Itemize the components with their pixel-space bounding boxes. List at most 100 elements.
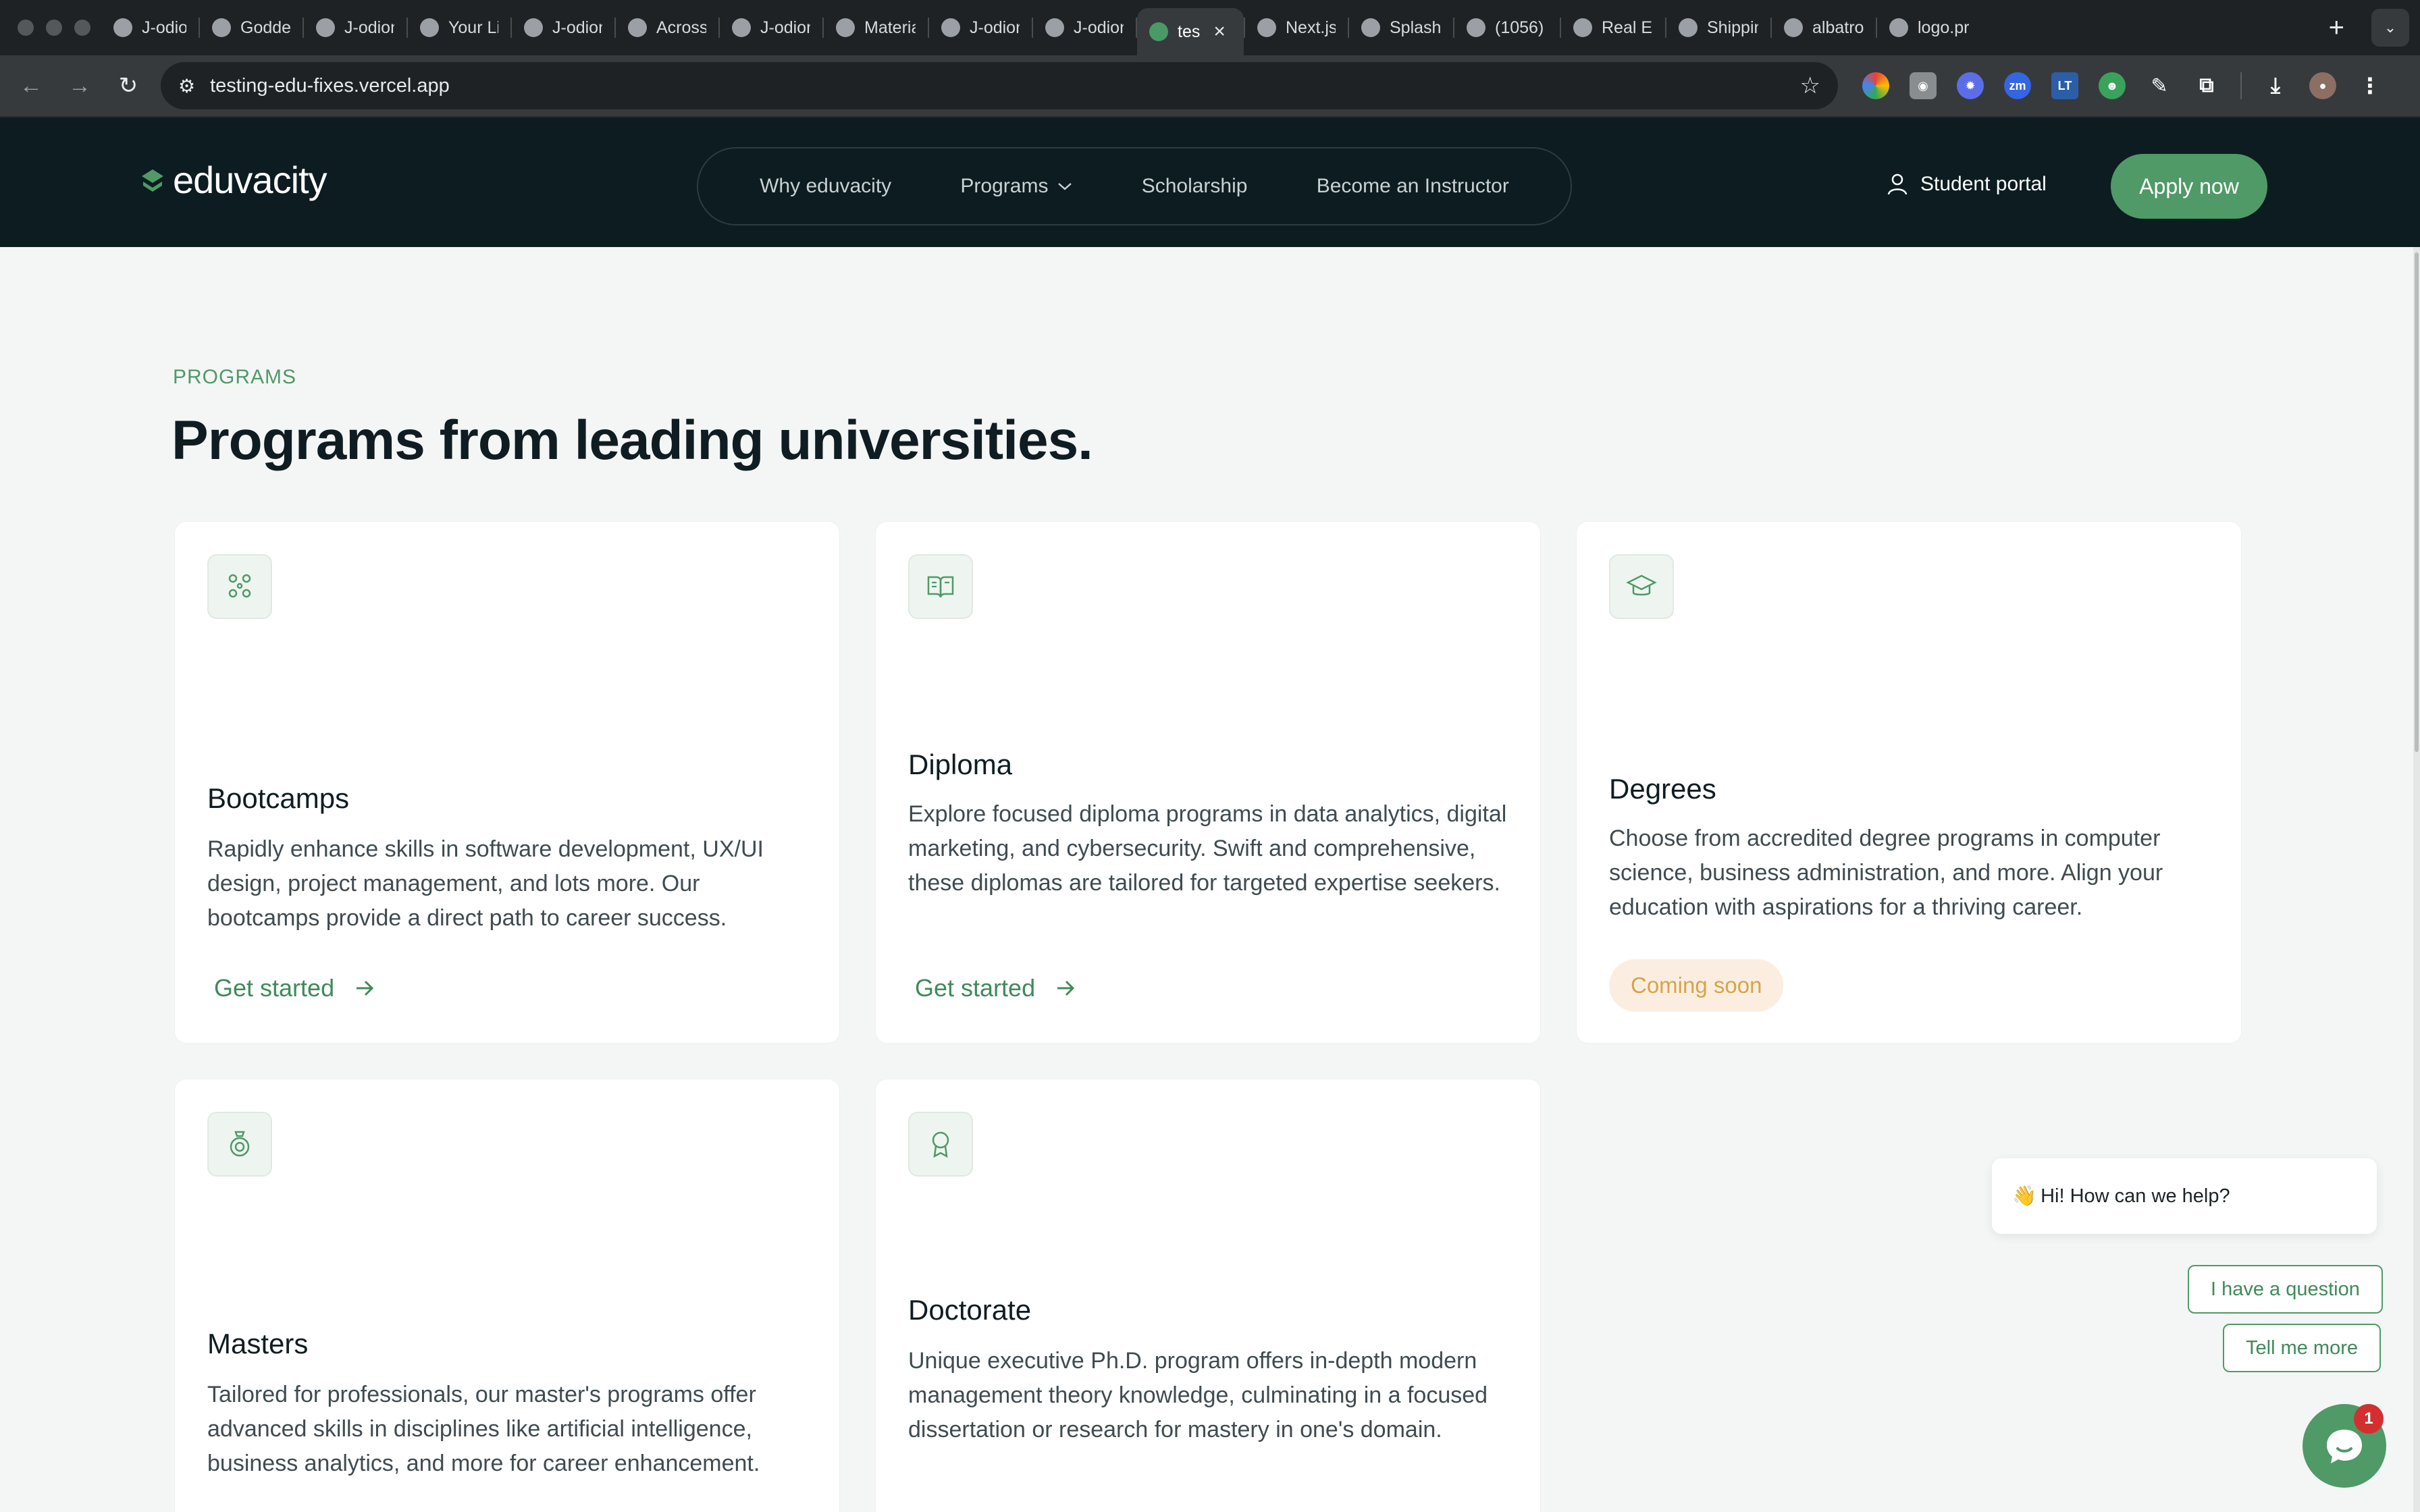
apply-now-button[interactable]: Apply now — [2111, 154, 2267, 219]
nav-label: Why eduvacity — [760, 175, 892, 197]
profile-avatar[interactable]: ● — [2309, 72, 2336, 99]
google-icon — [1784, 18, 1803, 37]
browser-tab[interactable]: J-odion — [512, 7, 614, 48]
browser-tab[interactable]: Across — [616, 7, 718, 48]
student-portal-link[interactable]: Student portal — [1887, 173, 2047, 196]
card-description: Rapidly enhance skills in software devel… — [207, 836, 764, 931]
open-book-icon — [908, 554, 973, 619]
quick-reply-question[interactable]: I have a question — [2188, 1265, 2383, 1314]
color-picker-extension-icon[interactable] — [1862, 72, 1889, 99]
url-text[interactable]: testing-edu-fixes.vercel.app — [210, 75, 1785, 97]
browser-tab[interactable]: Materia — [824, 7, 928, 48]
browser-tab[interactable]: SplashT — [1349, 7, 1453, 48]
quick-reply-tell-more[interactable]: Tell me more — [2223, 1324, 2381, 1372]
maximize-window-button[interactable] — [74, 20, 90, 36]
github-icon — [1045, 18, 1064, 37]
tab-label: logo.pr — [1918, 18, 1969, 37]
arrow-right-icon — [1057, 980, 1075, 996]
new-tab-button[interactable]: + — [2313, 13, 2361, 43]
tab-label: J-odion — [142, 18, 186, 37]
close-tab-icon[interactable]: × — [1213, 20, 1226, 43]
tab-label: Your Lig — [448, 18, 498, 37]
address-bar[interactable]: ⚙ testing-edu-fixes.vercel.app ☆ — [161, 62, 1838, 109]
browser-tab[interactable]: Real Es — [1561, 7, 1665, 48]
minimize-window-button[interactable] — [46, 20, 62, 36]
robot-extension-icon[interactable]: ☻ — [2099, 72, 2126, 99]
bookmark-star-icon[interactable]: ☆ — [1800, 72, 1820, 99]
nav-scholarship[interactable]: Scholarship — [1142, 175, 1248, 198]
browser-tab[interactable]: Godde — [200, 7, 302, 48]
globe-icon — [628, 18, 647, 37]
nav-label: Programs — [960, 175, 1049, 197]
tab-search-button[interactable]: ⌄ — [2371, 9, 2409, 47]
graduation-cap-icon — [1609, 554, 1674, 619]
tab-label: J-odion — [552, 18, 602, 37]
browser-tab[interactable]: logo.pr — [1877, 7, 1981, 48]
program-card-degrees: Degrees Choose from accredited degree pr… — [1576, 521, 2242, 1044]
section-eyebrow: PROGRAMS — [173, 366, 297, 388]
tab-label: Across — [656, 18, 706, 37]
award-ribbon-icon — [908, 1112, 973, 1177]
people-network-icon — [207, 554, 272, 619]
browser-tab[interactable]: Your Lig — [408, 7, 510, 48]
more-menu-icon[interactable]: ⋮ — [2357, 72, 2384, 99]
logo-icon — [1889, 18, 1908, 37]
back-button[interactable]: ← — [7, 73, 55, 99]
github-icon — [113, 18, 132, 37]
card-description: Tailored for professionals, our master's… — [207, 1382, 760, 1476]
download-icon[interactable]: ⤓ — [2262, 72, 2289, 99]
extensions-puzzle-icon[interactable]: ⧉ — [2193, 72, 2220, 99]
reload-icon: ↻ — [118, 73, 138, 99]
get-started-link-bootcamps[interactable]: Get started — [214, 974, 375, 1002]
waving-hand-icon: 👋 — [2012, 1185, 2037, 1207]
tab-label: tes — [1178, 22, 1201, 41]
extensions-row: ◉ ✹ zm LT ☻ ✎ ⧉ ⤓ ● ⋮ — [1862, 72, 2384, 99]
tab-label: Next.js — [1286, 18, 1336, 37]
reload-button[interactable]: ↻ — [104, 72, 153, 99]
program-card-doctorate: Doctorate Unique executive Ph.D. program… — [875, 1079, 1541, 1512]
tab-label: J-odion — [1074, 18, 1124, 37]
main-nav: Why eduvacity Programs Scholarship Becom… — [697, 147, 1572, 225]
github-icon — [941, 18, 960, 37]
browser-tab[interactable]: (1056) — [1454, 7, 1560, 48]
forward-button[interactable]: → — [55, 73, 104, 99]
globe-icon — [1361, 18, 1380, 37]
arrow-right-icon — [357, 980, 374, 996]
gear-extension-icon[interactable]: ✹ — [1957, 72, 1984, 99]
browser-tab[interactable]: Next.js — [1245, 7, 1348, 48]
logo-mark-icon — [142, 169, 163, 192]
browser-tab[interactable]: tes × — [1137, 8, 1244, 55]
get-started-link-diploma[interactable]: Get started — [915, 974, 1076, 1002]
scrollbar-thumb[interactable] — [2415, 252, 2419, 752]
browser-tab[interactable]: J-odion — [929, 7, 1032, 48]
browser-tab[interactable]: J-odion — [1033, 7, 1136, 48]
nav-become-instructor[interactable]: Become an Instructor — [1317, 175, 1509, 198]
camera-extension-icon[interactable]: ◉ — [1910, 72, 1937, 99]
browser-tab[interactable]: J-odion — [720, 7, 822, 48]
site-settings-icon[interactable]: ⚙ — [178, 75, 195, 97]
nav-programs[interactable]: Programs — [960, 175, 1072, 198]
lt-extension-icon[interactable]: LT — [2051, 72, 2078, 99]
tab-label: Real Es — [1602, 18, 1653, 37]
unread-count-badge: 1 — [2354, 1404, 2384, 1434]
browser-tab[interactable]: J-odion — [101, 7, 199, 48]
nav-why-eduvacity[interactable]: Why eduvacity — [760, 175, 891, 198]
tab-label: SplashT — [1390, 18, 1441, 37]
behance-icon — [1573, 18, 1592, 37]
window-controls — [0, 20, 101, 36]
card-title: Diploma — [908, 749, 1013, 780]
zoom-extension-icon[interactable]: zm — [2004, 72, 2031, 99]
browser-tab[interactable]: albatro — [1772, 7, 1876, 48]
section-heading: Programs from leading universities. — [172, 410, 1093, 471]
page-scrollbar[interactable] — [2413, 247, 2420, 1512]
program-card-bootcamps: Bootcamps Rapidly enhance skills in soft… — [174, 521, 840, 1044]
browser-tab[interactable]: Shippin — [1666, 7, 1770, 48]
student-portal-label: Student portal — [1920, 173, 2047, 195]
card-title: Degrees — [1609, 773, 1716, 805]
eduvacity-logo[interactable]: eduvacity — [139, 158, 327, 202]
pinterest-icon — [1467, 18, 1485, 37]
browser-tab[interactable]: J-odion — [304, 7, 406, 48]
close-window-button[interactable] — [18, 20, 34, 36]
eyedropper-extension-icon[interactable]: ✎ — [2146, 72, 2173, 99]
tab-label: (1056) — [1495, 18, 1544, 37]
